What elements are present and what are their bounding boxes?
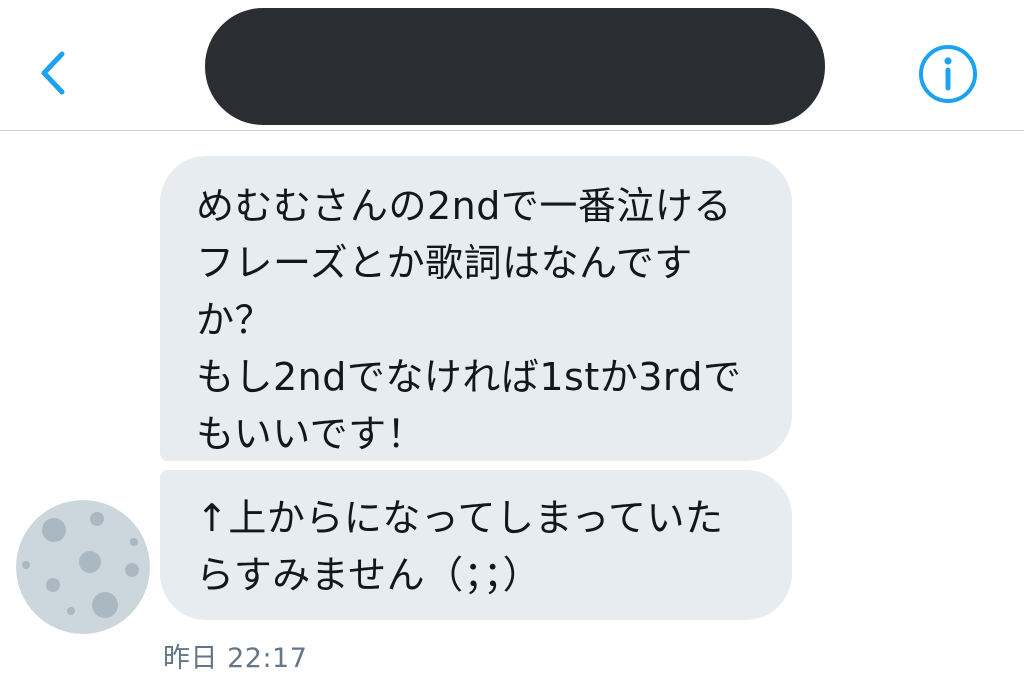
message-bubble[interactable]: ↑上からになってしまっていた らすみません（；；）: [160, 470, 792, 620]
message-text-line: フレーズとか歌詞はなんです: [196, 241, 693, 285]
info-button[interactable]: [916, 42, 980, 106]
avatar[interactable]: [16, 500, 150, 634]
message-text-line: ↑上からになってしまっていた: [196, 496, 724, 540]
message-text-line: もいいです！: [196, 412, 426, 456]
message-text-line: か？: [196, 298, 274, 342]
message-text-line: らすみません（；；）: [196, 553, 542, 597]
message-text-line: もし2ndでなければ1stか3rdで: [196, 355, 742, 399]
message-text-line: めむむさんの2ndで一番泣ける: [196, 184, 732, 228]
message-bubble[interactable]: めむむさんの2ndで一番泣ける フレーズとか歌詞はなんです か？ もし2ndでな…: [160, 156, 792, 461]
back-button[interactable]: [30, 40, 80, 100]
chevron-left-icon: [41, 51, 65, 95]
info-circle-icon: [919, 45, 977, 103]
message-timestamp: 昨日 22:17: [163, 643, 308, 674]
redacted-title: [205, 8, 825, 125]
conversation-header: [0, 0, 1024, 131]
moon-avatar-icon: [16, 500, 150, 634]
